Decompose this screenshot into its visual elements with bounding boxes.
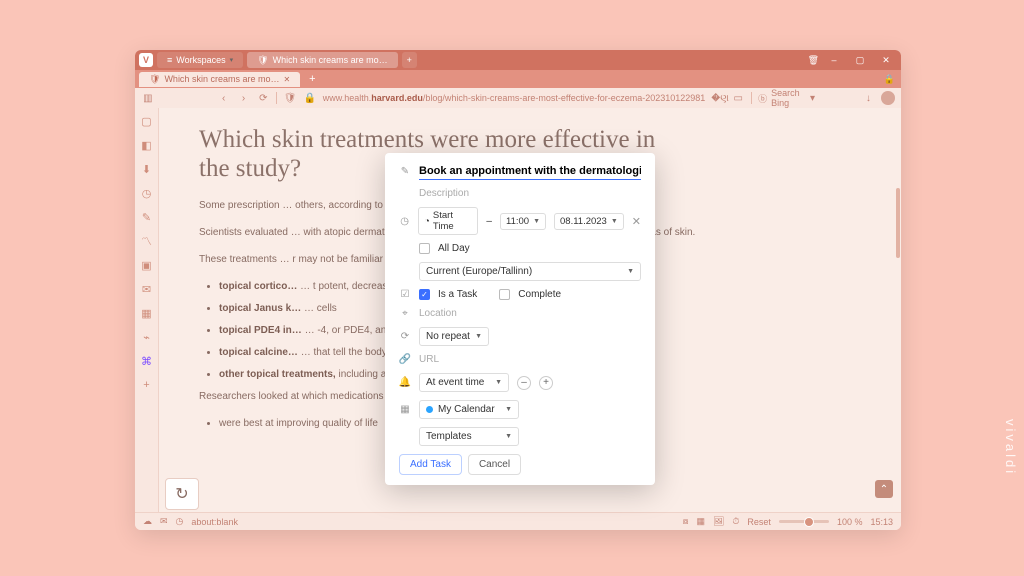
minimize-button[interactable]: –	[823, 53, 845, 67]
maximize-button[interactable]: ▢	[849, 53, 871, 67]
feeds-panel-icon[interactable]: ⌁	[140, 330, 154, 344]
vivaldi-watermark: vivaldi	[1003, 419, 1018, 476]
close-tab-icon[interactable]: ✕	[283, 75, 290, 84]
date-picker[interactable]: 08.11.2023▼	[554, 213, 624, 230]
reader-icon[interactable]: ▭	[731, 93, 745, 104]
reading-list-icon[interactable]: ◧	[140, 138, 154, 152]
reload-button[interactable]: ⟳	[256, 93, 270, 104]
allday-label: All Day	[438, 243, 470, 254]
tab-active[interactable]: 🛡 Which skin creams are mo… ✕	[139, 72, 300, 87]
notes-panel-icon[interactable]: ✎	[140, 210, 154, 224]
timezone-select[interactable]: Current (Europe/Tallinn)▼	[419, 262, 641, 281]
lock-icon: 🔒	[303, 93, 317, 104]
start-time-button[interactable]: ◔Start Time	[418, 207, 478, 235]
chevron-down-icon[interactable]: ▾	[806, 93, 820, 104]
mail-panel-icon[interactable]: ✉	[140, 282, 154, 296]
clock-time: 15:13	[870, 517, 893, 527]
add-panel-icon[interactable]: +	[140, 378, 154, 392]
chevron-down-icon: ▾	[230, 56, 234, 64]
scroll-to-top-button[interactable]: ⌃	[875, 480, 893, 498]
templates-select[interactable]: Templates▼	[419, 427, 519, 446]
status-bar: ☁ ✉ ◷ about:blank ⧇ ▦ 🖼 ⏱ Reset 100 % 15…	[135, 512, 901, 530]
add-task-button[interactable]: Add Task	[399, 454, 462, 475]
calendar-panel-icon[interactable]: ▦	[140, 306, 154, 320]
new-window-tab[interactable]: +	[402, 52, 417, 68]
address-bar: ▥ ‹ › ⟳ 🛡 🔒 www.health.harvard.edu/blog/…	[135, 88, 901, 108]
tab-strip: 🛡 Which skin creams are mo… ✕ + 🔒	[135, 70, 901, 88]
downloads-icon[interactable]: ↓	[861, 93, 875, 104]
forward-button[interactable]: ›	[237, 93, 251, 104]
window-panel-icon[interactable]: ▣	[140, 258, 154, 272]
window-tab[interactable]: 🛡 Which skin creams are mo…	[247, 52, 397, 68]
sync-icon[interactable]: ☁	[143, 516, 152, 527]
stats-panel-icon[interactable]: 〽	[140, 234, 154, 248]
image-toggle-icon[interactable]: 🖼	[713, 516, 724, 527]
panel-toggle-icon[interactable]: ▥	[141, 93, 155, 104]
url-display[interactable]: www.health.harvard.edu/blog/which-skin-c…	[323, 93, 706, 103]
shield-icon: 🛡	[257, 55, 268, 66]
calendar-icon: ▦	[399, 404, 411, 415]
hamburger-icon: ≡	[167, 55, 172, 65]
zoom-reset[interactable]: Reset	[747, 517, 771, 527]
workspaces-button[interactable]: ≡ Workspaces ▾	[157, 52, 243, 68]
location-icon: ⌖	[399, 308, 411, 319]
recaptcha-badge[interactable]: ↻	[165, 478, 199, 510]
clock-icon: ◷	[399, 216, 410, 227]
url-field[interactable]: URL	[419, 354, 439, 365]
bell-icon: 🔔	[399, 377, 411, 388]
check-icon: ☑	[399, 289, 411, 300]
clock-icon[interactable]: ◷	[176, 516, 184, 527]
add-reminder-button[interactable]: +	[539, 376, 553, 390]
calendar-select[interactable]: My Calendar ▼	[419, 400, 519, 419]
vivaldi-logo[interactable]: V	[139, 53, 153, 67]
shield-icon[interactable]: 🛡	[283, 93, 297, 104]
status-url: about:blank	[191, 517, 238, 527]
event-title-input[interactable]	[419, 163, 641, 180]
location-field[interactable]: Location	[419, 308, 457, 319]
break-icon[interactable]: ⏱	[732, 516, 739, 527]
shield-icon: 🛡	[149, 74, 160, 85]
cancel-button[interactable]: Cancel	[468, 454, 521, 475]
remove-reminder-button[interactable]: –	[517, 376, 531, 390]
allday-checkbox[interactable]	[419, 243, 430, 254]
window-titlebar: V ≡ Workspaces ▾ 🛡 Which skin creams are…	[135, 50, 901, 70]
bookmark-icon[interactable]: �ણ	[711, 93, 725, 104]
scrollbar-thumb[interactable]	[896, 188, 900, 258]
back-button[interactable]: ‹	[217, 93, 231, 104]
calendar-color-dot	[426, 406, 433, 413]
complete-label: Complete	[518, 289, 561, 300]
istask-checkbox[interactable]: ✓	[419, 289, 430, 300]
pencil-icon: ✎	[399, 166, 411, 177]
link-icon: 🔗	[399, 354, 411, 365]
tiling-icon[interactable]: ▦	[696, 516, 705, 527]
mastodon-panel-icon[interactable]: ⌘	[140, 354, 154, 368]
search-engine-icon: ⓑ	[758, 92, 767, 105]
zoom-value: 100 %	[837, 517, 863, 527]
capture-icon[interactable]: ⧇	[683, 516, 689, 527]
new-tab-button[interactable]: +	[304, 73, 320, 85]
avatar[interactable]	[881, 91, 895, 105]
dash: –	[486, 216, 492, 227]
mail-status-icon[interactable]: ✉	[160, 516, 168, 527]
lock-icon: 🔒	[884, 74, 895, 85]
repeat-icon: ⟳	[399, 331, 411, 342]
description-field[interactable]: Description	[419, 188, 469, 199]
search-field[interactable]: ⓑ Search Bing	[758, 88, 800, 108]
bookmarks-panel-icon[interactable]: ▢	[140, 114, 154, 128]
repeat-select[interactable]: No repeat▼	[419, 327, 489, 346]
downloads-panel-icon[interactable]: ⬇	[140, 162, 154, 176]
reminder-select[interactable]: At event time▼	[419, 373, 509, 392]
history-panel-icon[interactable]: ◷	[140, 186, 154, 200]
complete-checkbox[interactable]	[499, 289, 510, 300]
istask-label: Is a Task	[438, 289, 477, 300]
trash-icon[interactable]: 🗑	[808, 55, 819, 66]
close-window-button[interactable]: ✕	[875, 53, 897, 67]
clear-time-icon[interactable]: ✕	[632, 215, 641, 228]
zoom-slider[interactable]	[779, 520, 829, 523]
time-picker[interactable]: 11:00▼	[500, 213, 546, 230]
panel-sidebar: ▢ ◧ ⬇ ◷ ✎ 〽 ▣ ✉ ▦ ⌁ ⌘ +	[135, 108, 159, 512]
quick-event-popover: ✎ Description ◷ ◔Start Time – 11:00▼ 08.…	[385, 153, 655, 485]
